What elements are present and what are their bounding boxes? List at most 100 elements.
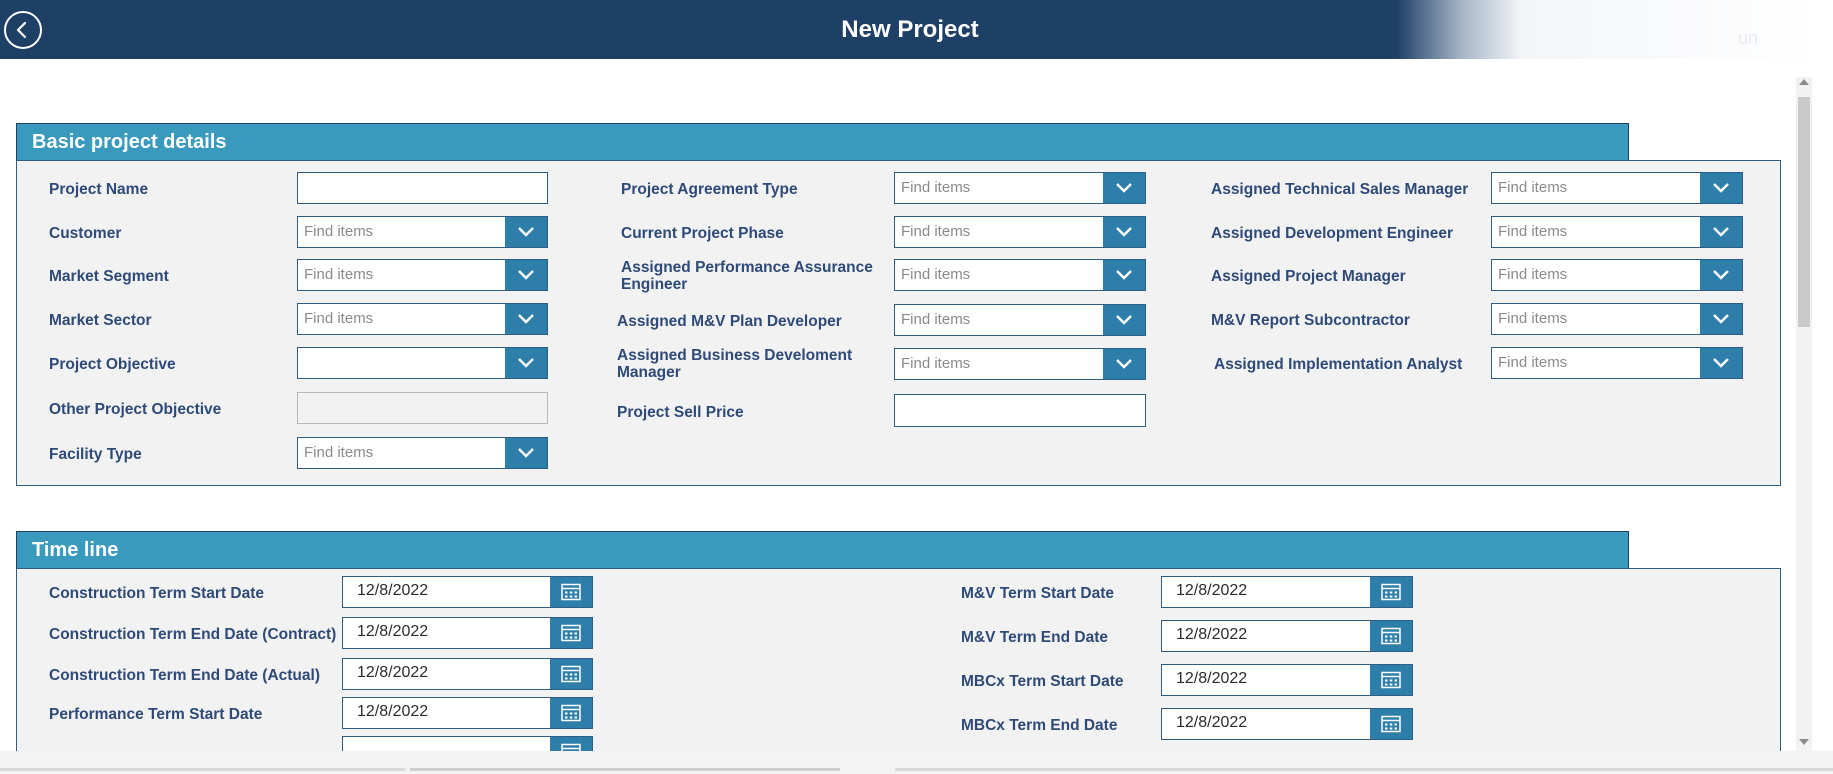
calendar-icon bbox=[1381, 627, 1401, 645]
project-agreement-type-dropdown-button[interactable] bbox=[1103, 173, 1145, 203]
calendar-icon bbox=[1381, 583, 1401, 601]
chevron-down-icon bbox=[518, 227, 534, 237]
mv-term-end-date-picker[interactable]: 12/8/2022 bbox=[1161, 620, 1413, 652]
project-agreement-type-combobox[interactable]: Find items bbox=[894, 172, 1146, 204]
chevron-down-icon bbox=[1116, 227, 1132, 237]
label-assigned-project-manager: Assigned Project Manager bbox=[1211, 268, 1406, 285]
chevron-down-icon bbox=[1116, 183, 1132, 193]
assigned-mv-plan-developer-combobox[interactable]: Find items bbox=[894, 304, 1146, 336]
mv-term-end-date-calendar-button[interactable] bbox=[1370, 621, 1412, 651]
facility-type-combobox[interactable]: Find items bbox=[297, 437, 548, 469]
facility-type-dropdown-button[interactable] bbox=[505, 438, 547, 468]
construction-term-end-date-actual-calendar-button[interactable] bbox=[550, 659, 592, 689]
performance-term-start-date-calendar-button[interactable] bbox=[550, 698, 592, 728]
chevron-down-icon bbox=[1116, 315, 1132, 325]
performance-term-start-date-value: 12/8/2022 bbox=[357, 703, 429, 720]
project-sell-price-input[interactable] bbox=[894, 394, 1146, 427]
label-construction-term-end-date-contract: Construction Term End Date (Contract) bbox=[49, 626, 337, 643]
assigned-performance-assurance-engineer-combobox[interactable]: Find items bbox=[894, 259, 1146, 291]
partial-date-calendar-button[interactable] bbox=[550, 737, 592, 751]
mbcx-term-end-date-picker[interactable]: 12/8/2022 bbox=[1161, 708, 1413, 740]
market-segment-placeholder: Find items bbox=[304, 266, 374, 283]
construction-term-end-date-contract-calendar-button[interactable] bbox=[550, 618, 592, 648]
chevron-down-icon bbox=[1713, 227, 1729, 237]
section-header-basic-details: Basic project details bbox=[16, 123, 1629, 160]
construction-term-end-date-actual-picker[interactable]: 12/8/2022 bbox=[342, 658, 593, 690]
mbcx-term-start-date-value: 12/8/2022 bbox=[1176, 670, 1248, 687]
back-button[interactable] bbox=[4, 11, 42, 49]
mv-report-subcontractor-dropdown-button[interactable] bbox=[1700, 304, 1742, 334]
assigned-technical-sales-manager-combobox[interactable]: Find items bbox=[1491, 172, 1743, 204]
calendar-icon bbox=[561, 665, 581, 683]
other-project-objective-input bbox=[297, 392, 548, 424]
label-mbcx-term-end-date: MBCx Term End Date bbox=[961, 717, 1118, 734]
market-sector-combobox[interactable]: Find items bbox=[297, 303, 548, 335]
assigned-technical-sales-manager-dropdown-button[interactable] bbox=[1700, 173, 1742, 203]
mbcx-term-start-date-picker[interactable]: 12/8/2022 bbox=[1161, 664, 1413, 696]
bottom-divider-middle bbox=[410, 768, 840, 771]
performance-term-start-date-picker[interactable]: 12/8/2022 bbox=[342, 697, 593, 729]
refresh-button[interactable] bbox=[1778, 12, 1814, 48]
project-objective-combobox[interactable] bbox=[297, 347, 548, 379]
chevron-down-icon bbox=[1116, 359, 1132, 369]
construction-term-end-date-contract-picker[interactable]: 12/8/2022 bbox=[342, 617, 593, 649]
current-project-phase-placeholder: Find items bbox=[901, 223, 971, 240]
customer-combobox[interactable]: Find items bbox=[297, 216, 548, 248]
current-project-phase-combobox[interactable]: Find items bbox=[894, 216, 1146, 248]
label-mv-term-end-date: M&V Term End Date bbox=[961, 629, 1108, 646]
market-sector-dropdown-button[interactable] bbox=[505, 304, 547, 334]
assigned-development-engineer-placeholder: Find items bbox=[1498, 223, 1568, 240]
assigned-development-engineer-combobox[interactable]: Find items bbox=[1491, 216, 1743, 248]
calendar-icon bbox=[1381, 715, 1401, 733]
vertical-scrollbar[interactable] bbox=[1796, 77, 1812, 751]
calendar-icon bbox=[561, 583, 581, 601]
scrollbar-thumb[interactable] bbox=[1798, 97, 1810, 327]
mbcx-term-start-date-calendar-button[interactable] bbox=[1370, 665, 1412, 695]
assigned-project-manager-dropdown-button[interactable] bbox=[1700, 260, 1742, 290]
refresh-icon bbox=[1781, 16, 1811, 45]
assigned-performance-assurance-engineer-placeholder: Find items bbox=[901, 266, 971, 283]
assigned-implementation-analyst-placeholder: Find items bbox=[1498, 354, 1568, 371]
assigned-business-development-manager-dropdown-button[interactable] bbox=[1103, 349, 1145, 379]
mv-term-start-date-value: 12/8/2022 bbox=[1176, 582, 1248, 599]
label-assigned-performance-assurance-engineer: Assigned Performance Assurance Engineer bbox=[621, 259, 873, 293]
assigned-implementation-analyst-combobox[interactable]: Find items bbox=[1491, 347, 1743, 379]
construction-term-start-date-value: 12/8/2022 bbox=[357, 582, 429, 599]
chevron-down-icon bbox=[1713, 270, 1729, 280]
assigned-project-manager-combobox[interactable]: Find items bbox=[1491, 259, 1743, 291]
facility-type-placeholder: Find items bbox=[304, 444, 374, 461]
calendar-icon bbox=[561, 704, 581, 722]
chevron-down-icon bbox=[1713, 358, 1729, 368]
market-segment-combobox[interactable]: Find items bbox=[297, 259, 548, 291]
customer-dropdown-button[interactable] bbox=[505, 217, 547, 247]
mv-term-start-date-calendar-button[interactable] bbox=[1370, 577, 1412, 607]
assigned-project-manager-placeholder: Find items bbox=[1498, 266, 1568, 283]
assigned-mv-plan-developer-dropdown-button[interactable] bbox=[1103, 305, 1145, 335]
section-header-timeline: Time line bbox=[16, 531, 1629, 568]
construction-term-start-date-picker[interactable]: 12/8/2022 bbox=[342, 576, 593, 608]
project-name-input[interactable] bbox=[297, 172, 548, 204]
project-agreement-type-placeholder: Find items bbox=[901, 179, 971, 196]
chevron-down-icon bbox=[518, 270, 534, 280]
project-objective-dropdown-button[interactable] bbox=[505, 348, 547, 378]
partial-date-picker[interactable] bbox=[342, 736, 593, 751]
assigned-performance-assurance-engineer-dropdown-button[interactable] bbox=[1103, 260, 1145, 290]
assigned-business-development-manager-combobox[interactable]: Find items bbox=[894, 348, 1146, 380]
label-performance-term-start-date: Performance Term Start Date bbox=[49, 706, 263, 723]
label-facility-type: Facility Type bbox=[49, 446, 142, 463]
assigned-implementation-analyst-dropdown-button[interactable] bbox=[1700, 348, 1742, 378]
calendar-icon bbox=[1381, 671, 1401, 689]
current-project-phase-dropdown-button[interactable] bbox=[1103, 217, 1145, 247]
mv-term-start-date-picker[interactable]: 12/8/2022 bbox=[1161, 576, 1413, 608]
scroll-down-arrow-icon[interactable] bbox=[1799, 739, 1809, 745]
mv-report-subcontractor-combobox[interactable]: Find items bbox=[1491, 303, 1743, 335]
mv-report-subcontractor-placeholder: Find items bbox=[1498, 310, 1568, 327]
label-market-segment: Market Segment bbox=[49, 268, 169, 285]
construction-term-start-date-calendar-button[interactable] bbox=[550, 577, 592, 607]
mbcx-term-end-date-calendar-button[interactable] bbox=[1370, 709, 1412, 739]
label-project-sell-price: Project Sell Price bbox=[617, 404, 744, 421]
mbcx-term-end-date-value: 12/8/2022 bbox=[1176, 714, 1248, 731]
market-segment-dropdown-button[interactable] bbox=[505, 260, 547, 290]
scroll-up-arrow-icon[interactable] bbox=[1799, 79, 1809, 85]
assigned-development-engineer-dropdown-button[interactable] bbox=[1700, 217, 1742, 247]
